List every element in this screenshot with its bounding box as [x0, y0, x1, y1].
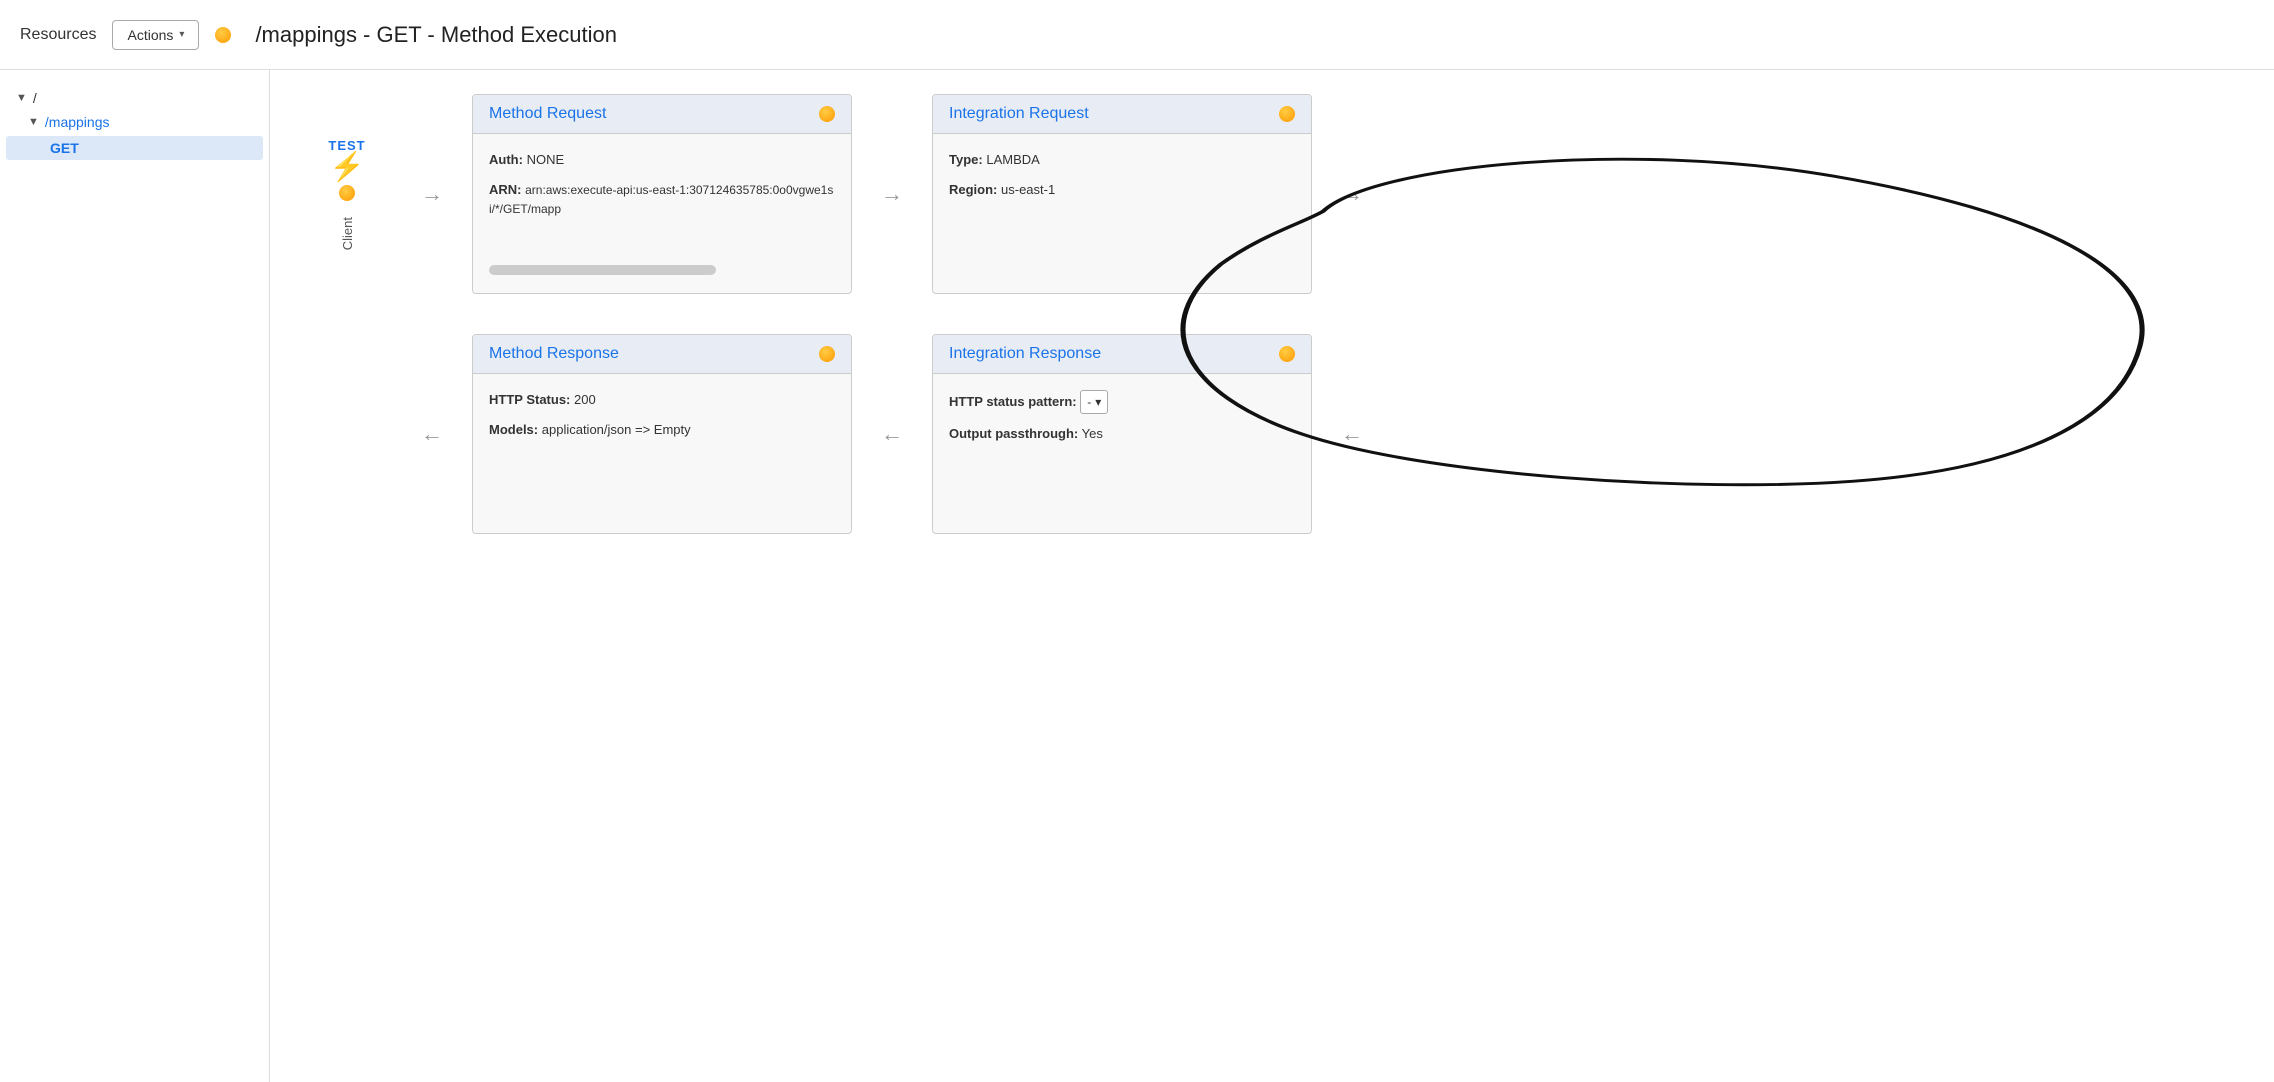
integration-request-title: Integration Request [949, 105, 1089, 123]
sidebar: ▼ / ▼ /mappings GET [0, 70, 270, 1082]
integration-request-card[interactable]: Integration Request Type: LAMBDA Region:… [932, 94, 1312, 294]
sidebar-get-label: GET [50, 140, 79, 156]
integration-response-title: Integration Response [949, 345, 1101, 363]
arrow-left-icon-3: ← [1341, 421, 1363, 447]
method-request-body: Auth: NONE ARN: arn:aws:execute-api:us-e… [473, 134, 851, 245]
integration-response-card[interactable]: Integration Response HTTP status pattern… [932, 334, 1312, 534]
method-request-card[interactable]: Method Request Auth: NONE ARN: arn:aws:e… [472, 94, 852, 294]
method-request-card-inner: Method Request Auth: NONE ARN: arn:aws:e… [472, 94, 852, 294]
auth-field: Auth: NONE [489, 150, 835, 170]
auth-label: Auth: [489, 152, 523, 167]
arrow-left-icon-2: ← [881, 421, 903, 447]
integration-request-header: Integration Request [933, 95, 1311, 134]
auth-value: NONE [527, 152, 565, 167]
method-request-title: Method Request [489, 105, 606, 123]
sidebar-item-mappings[interactable]: ▼ /mappings [0, 110, 269, 134]
client-label: Client [340, 217, 355, 250]
top-row: TEST ⚡ Client → Method Request [302, 94, 2242, 294]
content-area: TEST ⚡ Client → Method Request [270, 70, 2274, 1082]
page-title: /mappings - GET - Method Execution [255, 22, 617, 48]
sidebar-root-label: / [33, 90, 37, 106]
method-response-dot-icon [819, 346, 835, 362]
status-dot-icon [215, 27, 231, 43]
models-field: Models: application/json => Empty [489, 420, 835, 440]
method-response-card-inner: Method Response HTTP Status: 200 Models:… [472, 334, 852, 534]
arrow-left-2: ← [852, 421, 932, 447]
integration-response-card-inner: Integration Response HTTP status pattern… [932, 334, 1312, 534]
models-label: Models: [489, 422, 538, 437]
chevron-down-icon: ▼ [16, 92, 27, 104]
method-request-header: Method Request [473, 95, 851, 134]
test-area[interactable]: TEST ⚡ [307, 138, 387, 201]
passthrough-value: Yes [1082, 426, 1103, 441]
method-response-title: Method Response [489, 345, 619, 363]
region-field: Region: us-east-1 [949, 180, 1295, 200]
dropdown-caret-icon: ▾ [1095, 393, 1101, 411]
passthrough-label: Output passthrough: [949, 426, 1078, 441]
sidebar-mappings-label: /mappings [45, 114, 110, 130]
region-value: us-east-1 [1001, 182, 1055, 197]
arn-label: ARN: [489, 182, 522, 197]
lightning-icon: ⚡ [330, 153, 365, 181]
status-value: 200 [574, 392, 596, 407]
passthrough-field: Output passthrough: Yes [949, 424, 1295, 444]
method-response-card[interactable]: Method Response HTTP Status: 200 Models:… [472, 334, 852, 534]
arrow-right-1: → [392, 181, 472, 207]
type-label: Type: [949, 152, 983, 167]
integration-response-dot-icon [1279, 346, 1295, 362]
status-field: HTTP Status: 200 [489, 390, 835, 410]
bottom-row: ← Method Response HTTP Status: 200 [302, 334, 2242, 534]
status-pattern-value: - [1087, 393, 1091, 411]
method-response-body: HTTP Status: 200 Models: application/jso… [473, 374, 851, 465]
test-dot-icon [339, 185, 355, 201]
main-layout: ▼ / ▼ /mappings GET TEST ⚡ Client [0, 70, 2274, 1082]
status-pattern-label: HTTP status pattern: [949, 394, 1077, 409]
resources-label: Resources [20, 26, 96, 44]
arn-field: ARN: arn:aws:execute-api:us-east-1:30712… [489, 180, 835, 219]
integration-response-header: Integration Response [933, 335, 1311, 374]
diagram-wrapper: TEST ⚡ Client → Method Request [302, 94, 2242, 534]
status-pattern-dropdown[interactable]: - ▾ [1080, 390, 1108, 414]
arrow-right-icon-1: → [421, 181, 443, 207]
arrow-left-1: ← [392, 421, 472, 447]
horizontal-scrollbar[interactable] [489, 265, 716, 275]
integration-request-card-inner: Integration Request Type: LAMBDA Region:… [932, 94, 1312, 294]
status-label: HTTP Status: [489, 392, 570, 407]
method-request-dot-icon [819, 106, 835, 122]
arrow-right-3: → [1312, 181, 1392, 207]
actions-button[interactable]: Actions ▾ [112, 20, 199, 50]
status-pattern-field: HTTP status pattern: - ▾ [949, 390, 1295, 414]
arrow-right-icon-3: → [1341, 181, 1363, 207]
arn-value: arn:aws:execute-api:us-east-1:3071246357… [489, 183, 833, 217]
method-response-header: Method Response [473, 335, 851, 374]
client-col: TEST ⚡ Client [302, 138, 392, 250]
integration-request-dot-icon [1279, 106, 1295, 122]
arrow-left-3: ← [1312, 421, 1392, 447]
top-bar: Resources Actions ▾ /mappings - GET - Me… [0, 0, 2274, 70]
arrow-left-icon-1: ← [421, 421, 443, 447]
integration-request-body: Type: LAMBDA Region: us-east-1 [933, 134, 1311, 225]
models-value: application/json => Empty [542, 422, 691, 437]
actions-label: Actions [127, 27, 173, 43]
sidebar-item-root[interactable]: ▼ / [0, 86, 269, 110]
arrow-right-icon-2: → [881, 181, 903, 207]
sidebar-item-get[interactable]: GET [6, 136, 263, 160]
type-field: Type: LAMBDA [949, 150, 1295, 170]
arrow-right-2: → [852, 181, 932, 207]
integration-response-body: HTTP status pattern: - ▾ Output passthro… [933, 374, 1311, 470]
region-label: Region: [949, 182, 997, 197]
type-value: LAMBDA [986, 152, 1039, 167]
actions-caret-icon: ▾ [179, 29, 184, 40]
chevron-down-icon-mappings: ▼ [28, 116, 39, 128]
